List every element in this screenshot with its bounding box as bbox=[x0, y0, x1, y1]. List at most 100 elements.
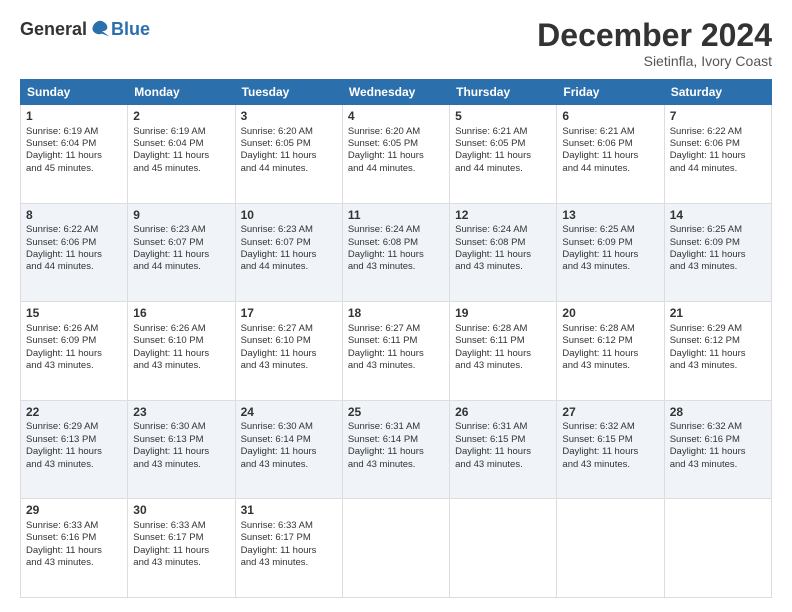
day-info-line: and 44 minutes. bbox=[670, 163, 766, 175]
calendar-cell bbox=[450, 499, 557, 598]
day-info-line: Sunset: 6:13 PM bbox=[26, 434, 122, 446]
day-info-line: Sunset: 6:08 PM bbox=[348, 237, 444, 249]
day-info-line: Daylight: 11 hours bbox=[26, 249, 122, 261]
day-number: 17 bbox=[241, 306, 337, 322]
day-info-line: Daylight: 11 hours bbox=[133, 545, 229, 557]
day-number: 8 bbox=[26, 208, 122, 224]
day-info-line: Sunset: 6:04 PM bbox=[133, 138, 229, 150]
calendar-cell bbox=[557, 499, 664, 598]
day-info-line: Daylight: 11 hours bbox=[348, 150, 444, 162]
day-number: 2 bbox=[133, 109, 229, 125]
day-info-line: Sunrise: 6:29 AM bbox=[670, 323, 766, 335]
calendar-cell: 24Sunrise: 6:30 AMSunset: 6:14 PMDayligh… bbox=[235, 400, 342, 499]
day-info-line: Sunset: 6:12 PM bbox=[562, 335, 658, 347]
day-info-line: Sunset: 6:16 PM bbox=[670, 434, 766, 446]
day-info-line: Sunrise: 6:31 AM bbox=[348, 421, 444, 433]
day-info-line: Sunrise: 6:30 AM bbox=[133, 421, 229, 433]
calendar-cell bbox=[664, 499, 771, 598]
day-info-line: Sunrise: 6:33 AM bbox=[26, 520, 122, 532]
day-info-line: Sunset: 6:07 PM bbox=[241, 237, 337, 249]
day-info-line: Sunset: 6:04 PM bbox=[26, 138, 122, 150]
calendar-cell: 10Sunrise: 6:23 AMSunset: 6:07 PMDayligh… bbox=[235, 203, 342, 302]
calendar-week-row: 29Sunrise: 6:33 AMSunset: 6:16 PMDayligh… bbox=[21, 499, 772, 598]
logo-bird-icon bbox=[89, 18, 111, 40]
day-of-week-header: Friday bbox=[557, 80, 664, 105]
day-info-line: Sunrise: 6:23 AM bbox=[133, 224, 229, 236]
calendar-cell: 6Sunrise: 6:21 AMSunset: 6:06 PMDaylight… bbox=[557, 105, 664, 204]
day-info-line: Sunrise: 6:26 AM bbox=[26, 323, 122, 335]
day-number: 5 bbox=[455, 109, 551, 125]
day-info-line: Daylight: 11 hours bbox=[562, 446, 658, 458]
day-info-line: Sunrise: 6:27 AM bbox=[348, 323, 444, 335]
day-info-line: and 43 minutes. bbox=[133, 360, 229, 372]
day-number: 25 bbox=[348, 405, 444, 421]
day-info-line: Sunset: 6:17 PM bbox=[133, 532, 229, 544]
day-info-line: Sunset: 6:11 PM bbox=[348, 335, 444, 347]
day-number: 24 bbox=[241, 405, 337, 421]
calendar-cell bbox=[342, 499, 449, 598]
calendar-week-row: 15Sunrise: 6:26 AMSunset: 6:09 PMDayligh… bbox=[21, 302, 772, 401]
day-number: 27 bbox=[562, 405, 658, 421]
day-info-line: Sunset: 6:06 PM bbox=[670, 138, 766, 150]
day-info-line: Daylight: 11 hours bbox=[241, 150, 337, 162]
day-number: 28 bbox=[670, 405, 766, 421]
day-info-line: Sunset: 6:05 PM bbox=[348, 138, 444, 150]
day-number: 3 bbox=[241, 109, 337, 125]
day-of-week-header: Tuesday bbox=[235, 80, 342, 105]
day-info-line: Sunset: 6:05 PM bbox=[455, 138, 551, 150]
day-info-line: and 44 minutes. bbox=[241, 163, 337, 175]
day-info-line: Sunset: 6:09 PM bbox=[26, 335, 122, 347]
day-number: 9 bbox=[133, 208, 229, 224]
day-info-line: and 43 minutes. bbox=[26, 557, 122, 569]
day-info-line: Sunrise: 6:25 AM bbox=[670, 224, 766, 236]
day-info-line: Sunrise: 6:19 AM bbox=[26, 126, 122, 138]
day-info-line: and 43 minutes. bbox=[241, 459, 337, 471]
calendar-cell: 18Sunrise: 6:27 AMSunset: 6:11 PMDayligh… bbox=[342, 302, 449, 401]
calendar-cell: 20Sunrise: 6:28 AMSunset: 6:12 PMDayligh… bbox=[557, 302, 664, 401]
day-info-line: and 43 minutes. bbox=[455, 459, 551, 471]
day-info-line: Daylight: 11 hours bbox=[670, 249, 766, 261]
day-info-line: and 44 minutes. bbox=[348, 163, 444, 175]
calendar-cell: 3Sunrise: 6:20 AMSunset: 6:05 PMDaylight… bbox=[235, 105, 342, 204]
day-of-week-header: Monday bbox=[128, 80, 235, 105]
calendar-cell: 2Sunrise: 6:19 AMSunset: 6:04 PMDaylight… bbox=[128, 105, 235, 204]
day-info-line: Daylight: 11 hours bbox=[562, 249, 658, 261]
page-header: General Blue December 2024 Sietinfla, Iv… bbox=[20, 18, 772, 69]
day-info-line: Sunset: 6:06 PM bbox=[26, 237, 122, 249]
day-number: 4 bbox=[348, 109, 444, 125]
calendar-cell: 15Sunrise: 6:26 AMSunset: 6:09 PMDayligh… bbox=[21, 302, 128, 401]
day-info-line: Sunset: 6:09 PM bbox=[562, 237, 658, 249]
day-info-line: Sunset: 6:15 PM bbox=[562, 434, 658, 446]
calendar-cell: 30Sunrise: 6:33 AMSunset: 6:17 PMDayligh… bbox=[128, 499, 235, 598]
day-of-week-header: Wednesday bbox=[342, 80, 449, 105]
day-info-line: and 44 minutes. bbox=[26, 261, 122, 273]
day-info-line: Sunrise: 6:23 AM bbox=[241, 224, 337, 236]
day-info-line: and 43 minutes. bbox=[562, 261, 658, 273]
day-info-line: Daylight: 11 hours bbox=[562, 348, 658, 360]
day-info-line: Sunrise: 6:28 AM bbox=[455, 323, 551, 335]
day-info-line: Daylight: 11 hours bbox=[670, 446, 766, 458]
day-info-line: and 43 minutes. bbox=[455, 261, 551, 273]
day-info-line: Sunset: 6:08 PM bbox=[455, 237, 551, 249]
day-info-line: Daylight: 11 hours bbox=[348, 249, 444, 261]
day-info-line: Sunrise: 6:30 AM bbox=[241, 421, 337, 433]
day-info-line: and 45 minutes. bbox=[133, 163, 229, 175]
day-info-line: Daylight: 11 hours bbox=[455, 348, 551, 360]
day-info-line: and 44 minutes. bbox=[133, 261, 229, 273]
day-info-line: Sunrise: 6:29 AM bbox=[26, 421, 122, 433]
calendar-cell: 31Sunrise: 6:33 AMSunset: 6:17 PMDayligh… bbox=[235, 499, 342, 598]
day-number: 23 bbox=[133, 405, 229, 421]
day-info-line: Sunset: 6:10 PM bbox=[133, 335, 229, 347]
day-of-week-header: Thursday bbox=[450, 80, 557, 105]
calendar-cell: 8Sunrise: 6:22 AMSunset: 6:06 PMDaylight… bbox=[21, 203, 128, 302]
day-info-line: Sunset: 6:09 PM bbox=[670, 237, 766, 249]
calendar-body: 1Sunrise: 6:19 AMSunset: 6:04 PMDaylight… bbox=[21, 105, 772, 598]
day-info-line: Daylight: 11 hours bbox=[241, 545, 337, 557]
day-info-line: Daylight: 11 hours bbox=[133, 150, 229, 162]
day-info-line: Daylight: 11 hours bbox=[670, 348, 766, 360]
day-info-line: Daylight: 11 hours bbox=[26, 150, 122, 162]
calendar-cell: 21Sunrise: 6:29 AMSunset: 6:12 PMDayligh… bbox=[664, 302, 771, 401]
day-info-line: Daylight: 11 hours bbox=[348, 446, 444, 458]
title-block: December 2024 Sietinfla, Ivory Coast bbox=[537, 18, 772, 69]
day-info-line: Sunrise: 6:22 AM bbox=[670, 126, 766, 138]
